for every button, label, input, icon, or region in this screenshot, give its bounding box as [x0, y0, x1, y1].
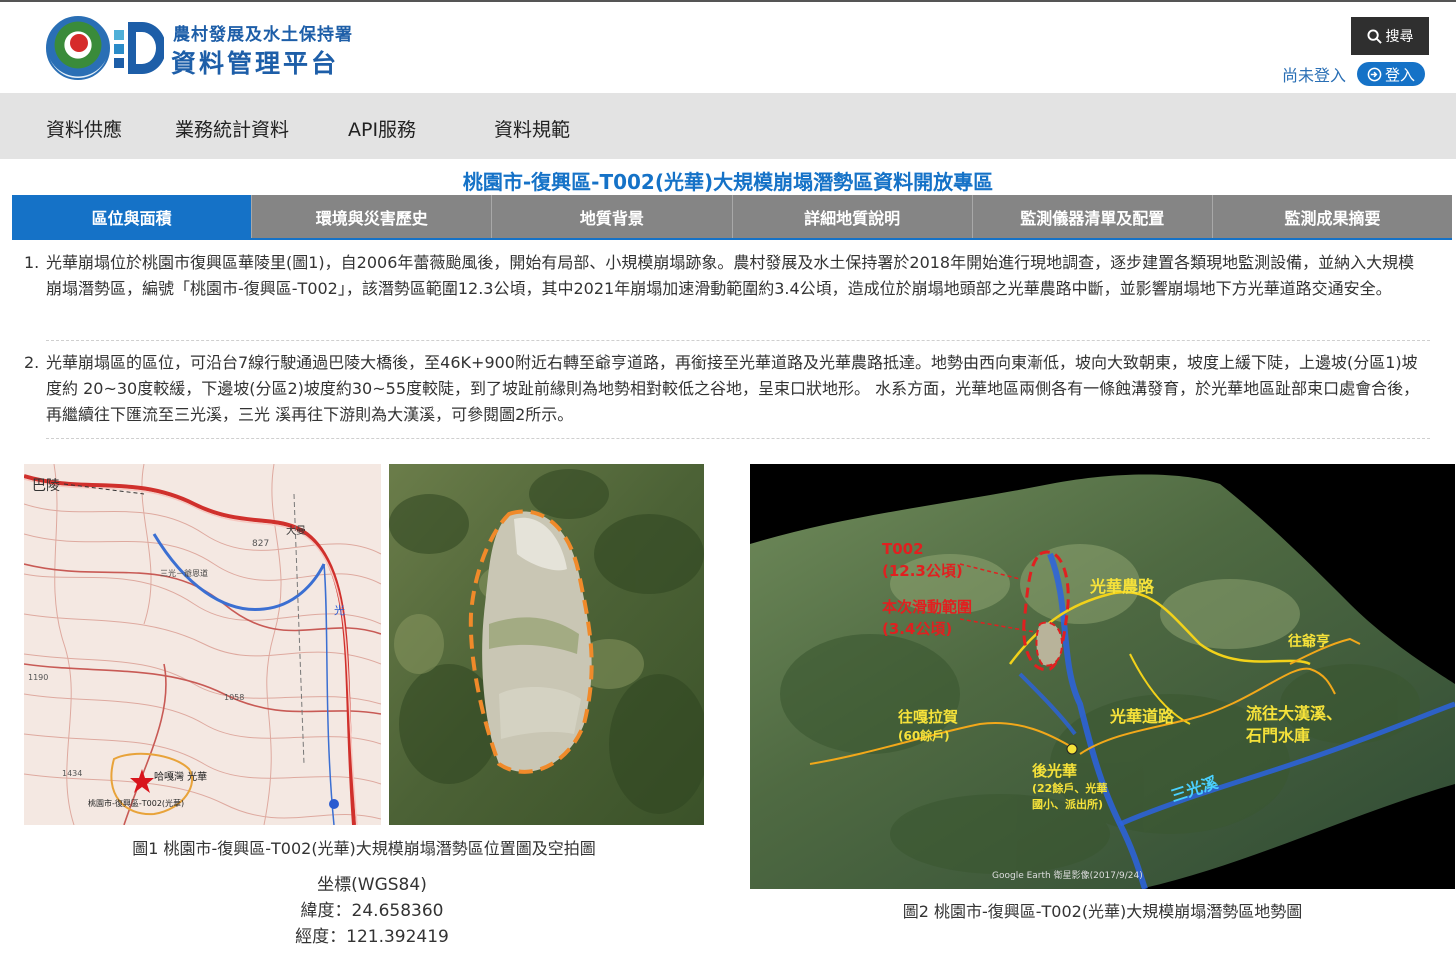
paragraph-number: 1. — [24, 253, 40, 272]
fig2-credit: Google Earth 衛星影像(2017/9/24) — [992, 869, 1143, 881]
paragraph-number: 2. — [24, 353, 40, 372]
nav-item-statistics[interactable]: 業務統計資料 — [175, 115, 289, 142]
fig2-label-gala-households: (60餘戶) — [898, 728, 950, 743]
paragraph-text: 光華崩塌位於桃園市復興區華陵里(圖1)，自2006年蕾薇颱風後，開始有局部、小規… — [46, 253, 1415, 298]
aerial-photo-image — [389, 464, 704, 825]
fig2-label-t002-area: (12.3公頃) — [882, 562, 963, 580]
main-nav: 資料供應 業務統計資料 API服務 資料規範 — [0, 93, 1456, 159]
map-label-daman: 大曼 — [286, 524, 306, 537]
coordinate-latitude: 緯度：24.658360 — [300, 901, 444, 921]
fig2-label-to-gala: 往嘎拉賀 — [898, 708, 958, 726]
tab-location-area[interactable]: 區位與面積 — [12, 195, 253, 238]
map-label-guanghua: 哈嘎灣 光華 — [154, 770, 207, 783]
page-title: 桃園市-復興區-T002(光華)大規模崩塌潛勢區資料開放專區 — [462, 170, 994, 194]
nav-item-api[interactable]: API服務 — [348, 115, 416, 142]
figure1-aerial-photo — [389, 464, 704, 825]
fig2-label-flow1: 流往大漢溪、 — [1246, 704, 1342, 723]
site-header: 農村發展及水土保持署 資料管理平台 搜尋 尚未登入 登入 — [0, 2, 1456, 93]
tab-monitoring-instruments[interactable]: 監測儀器清單及配置 — [972, 195, 1213, 238]
figure1-caption: 圖1 桃園市-復興區-T002(光華)大規模崩塌潛勢區位置圖及空拍圖 — [132, 839, 596, 858]
fig2-label-flow2: 石門水庫 — [1245, 726, 1310, 745]
map-label-1058: 1058 — [224, 693, 244, 702]
paragraph-text: 光華崩塌區的區位，可沿台7線行駛通過巴陵大橋後，至46K+900附近右轉至爺亨道… — [46, 353, 1420, 424]
map-label-zone: 桃園市-復興區-T002(光華) — [88, 798, 184, 808]
figure2-terrain-map: T002 (12.3公頃) 本次滑動範圍 (3.4公頃) 光華農路 往爺亨 往嘎… — [750, 464, 1455, 889]
map-label-road: 三光－爺恩道 — [160, 568, 208, 578]
paragraph-2: 2. 光華崩塌區的區位，可沿台7線行駛通過巴陵大橋後，至46K+900附近右轉至… — [24, 350, 1428, 428]
org-name: 農村發展及水土保持署 — [173, 25, 353, 45]
fig2-label-hou-guanghua: 後光華 — [1031, 762, 1077, 780]
agency-emblem-icon — [46, 16, 110, 80]
topo-map-image: 巴陵 大曼 827 三光－爺恩道 光 1190 1058 1434 哈嘎灣 光華… — [24, 464, 381, 825]
content-tabs: 區位與面積 環境與災害歷史 地質背景 詳細地質說明 監測儀器清單及配置 監測成果… — [12, 195, 1453, 238]
figure2-caption: 圖2 桃園市-復興區-T002(光華)大規模崩塌潛勢區地勢圖 — [902, 902, 1303, 921]
paragraph-1: 1. 光華崩塌位於桃園市復興區華陵里(圖1)，自2006年蕾薇颱風後，開始有局部… — [24, 250, 1428, 302]
figure1-topo-map: 巴陵 大曼 827 三光－爺恩道 光 1190 1058 1434 哈嘎灣 光華… — [24, 464, 381, 825]
map-label-1190: 1190 — [28, 673, 48, 682]
login-button[interactable]: 登入 — [1357, 62, 1425, 86]
fig2-label-to-yeheng: 往爺亨 — [1288, 633, 1330, 650]
tab-geology[interactable]: 地質背景 — [492, 195, 733, 238]
search-icon — [1366, 28, 1382, 44]
fig2-label-hou-detail2: 國小、派出所) — [1032, 797, 1103, 811]
coordinate-longitude: 經度：121.392419 — [295, 927, 449, 947]
fig2-label-guanghua-road: 光華道路 — [1109, 707, 1175, 726]
fig2-label-slide: 本次滑動範圍 — [882, 598, 972, 616]
search-button[interactable]: 搜尋 — [1351, 17, 1429, 55]
coordinate-system: 坐標(WGS84) — [317, 875, 427, 895]
fig2-label-farm-road: 光華農路 — [1089, 577, 1155, 596]
map-label-827: 827 — [252, 539, 269, 549]
platform-name: 資料管理平台 — [171, 49, 340, 78]
fig2-label-t002: T002 — [882, 540, 924, 558]
terrain-map-image: T002 (12.3公頃) 本次滑動範圍 (3.4公頃) 光華農路 往爺亨 往嘎… — [750, 474, 1455, 889]
map-label-baling: 巴陵 — [32, 478, 60, 494]
tab-monitoring-results[interactable]: 監測成果摘要 — [1212, 195, 1453, 238]
fig2-label-slide-area: (3.4公頃) — [882, 620, 952, 638]
map-label-river: 光 — [334, 603, 345, 617]
paragraph-divider — [46, 340, 1430, 341]
nav-item-data-spec[interactable]: 資料規範 — [494, 115, 570, 142]
tab-detailed-geology[interactable]: 詳細地質說明 — [732, 195, 973, 238]
map-label-1434: 1434 — [62, 769, 82, 778]
tab-environment-history[interactable]: 環境與災害歷史 — [252, 195, 493, 238]
nav-item-data-supply[interactable]: 資料供應 — [46, 115, 122, 142]
login-status: 尚未登入 — [1282, 66, 1347, 85]
login-label: 登入 — [1384, 66, 1415, 84]
login-icon — [1367, 67, 1382, 81]
platform-d-logo-icon — [114, 22, 164, 74]
tabs-underline — [12, 238, 1452, 240]
paragraph-divider — [46, 438, 1430, 439]
fig2-label-hou-detail1: (22餘戶、光華 — [1032, 781, 1107, 795]
site-logo[interactable]: 農村發展及水土保持署 資料管理平台 — [46, 16, 352, 82]
search-label: 搜尋 — [1385, 28, 1414, 44]
